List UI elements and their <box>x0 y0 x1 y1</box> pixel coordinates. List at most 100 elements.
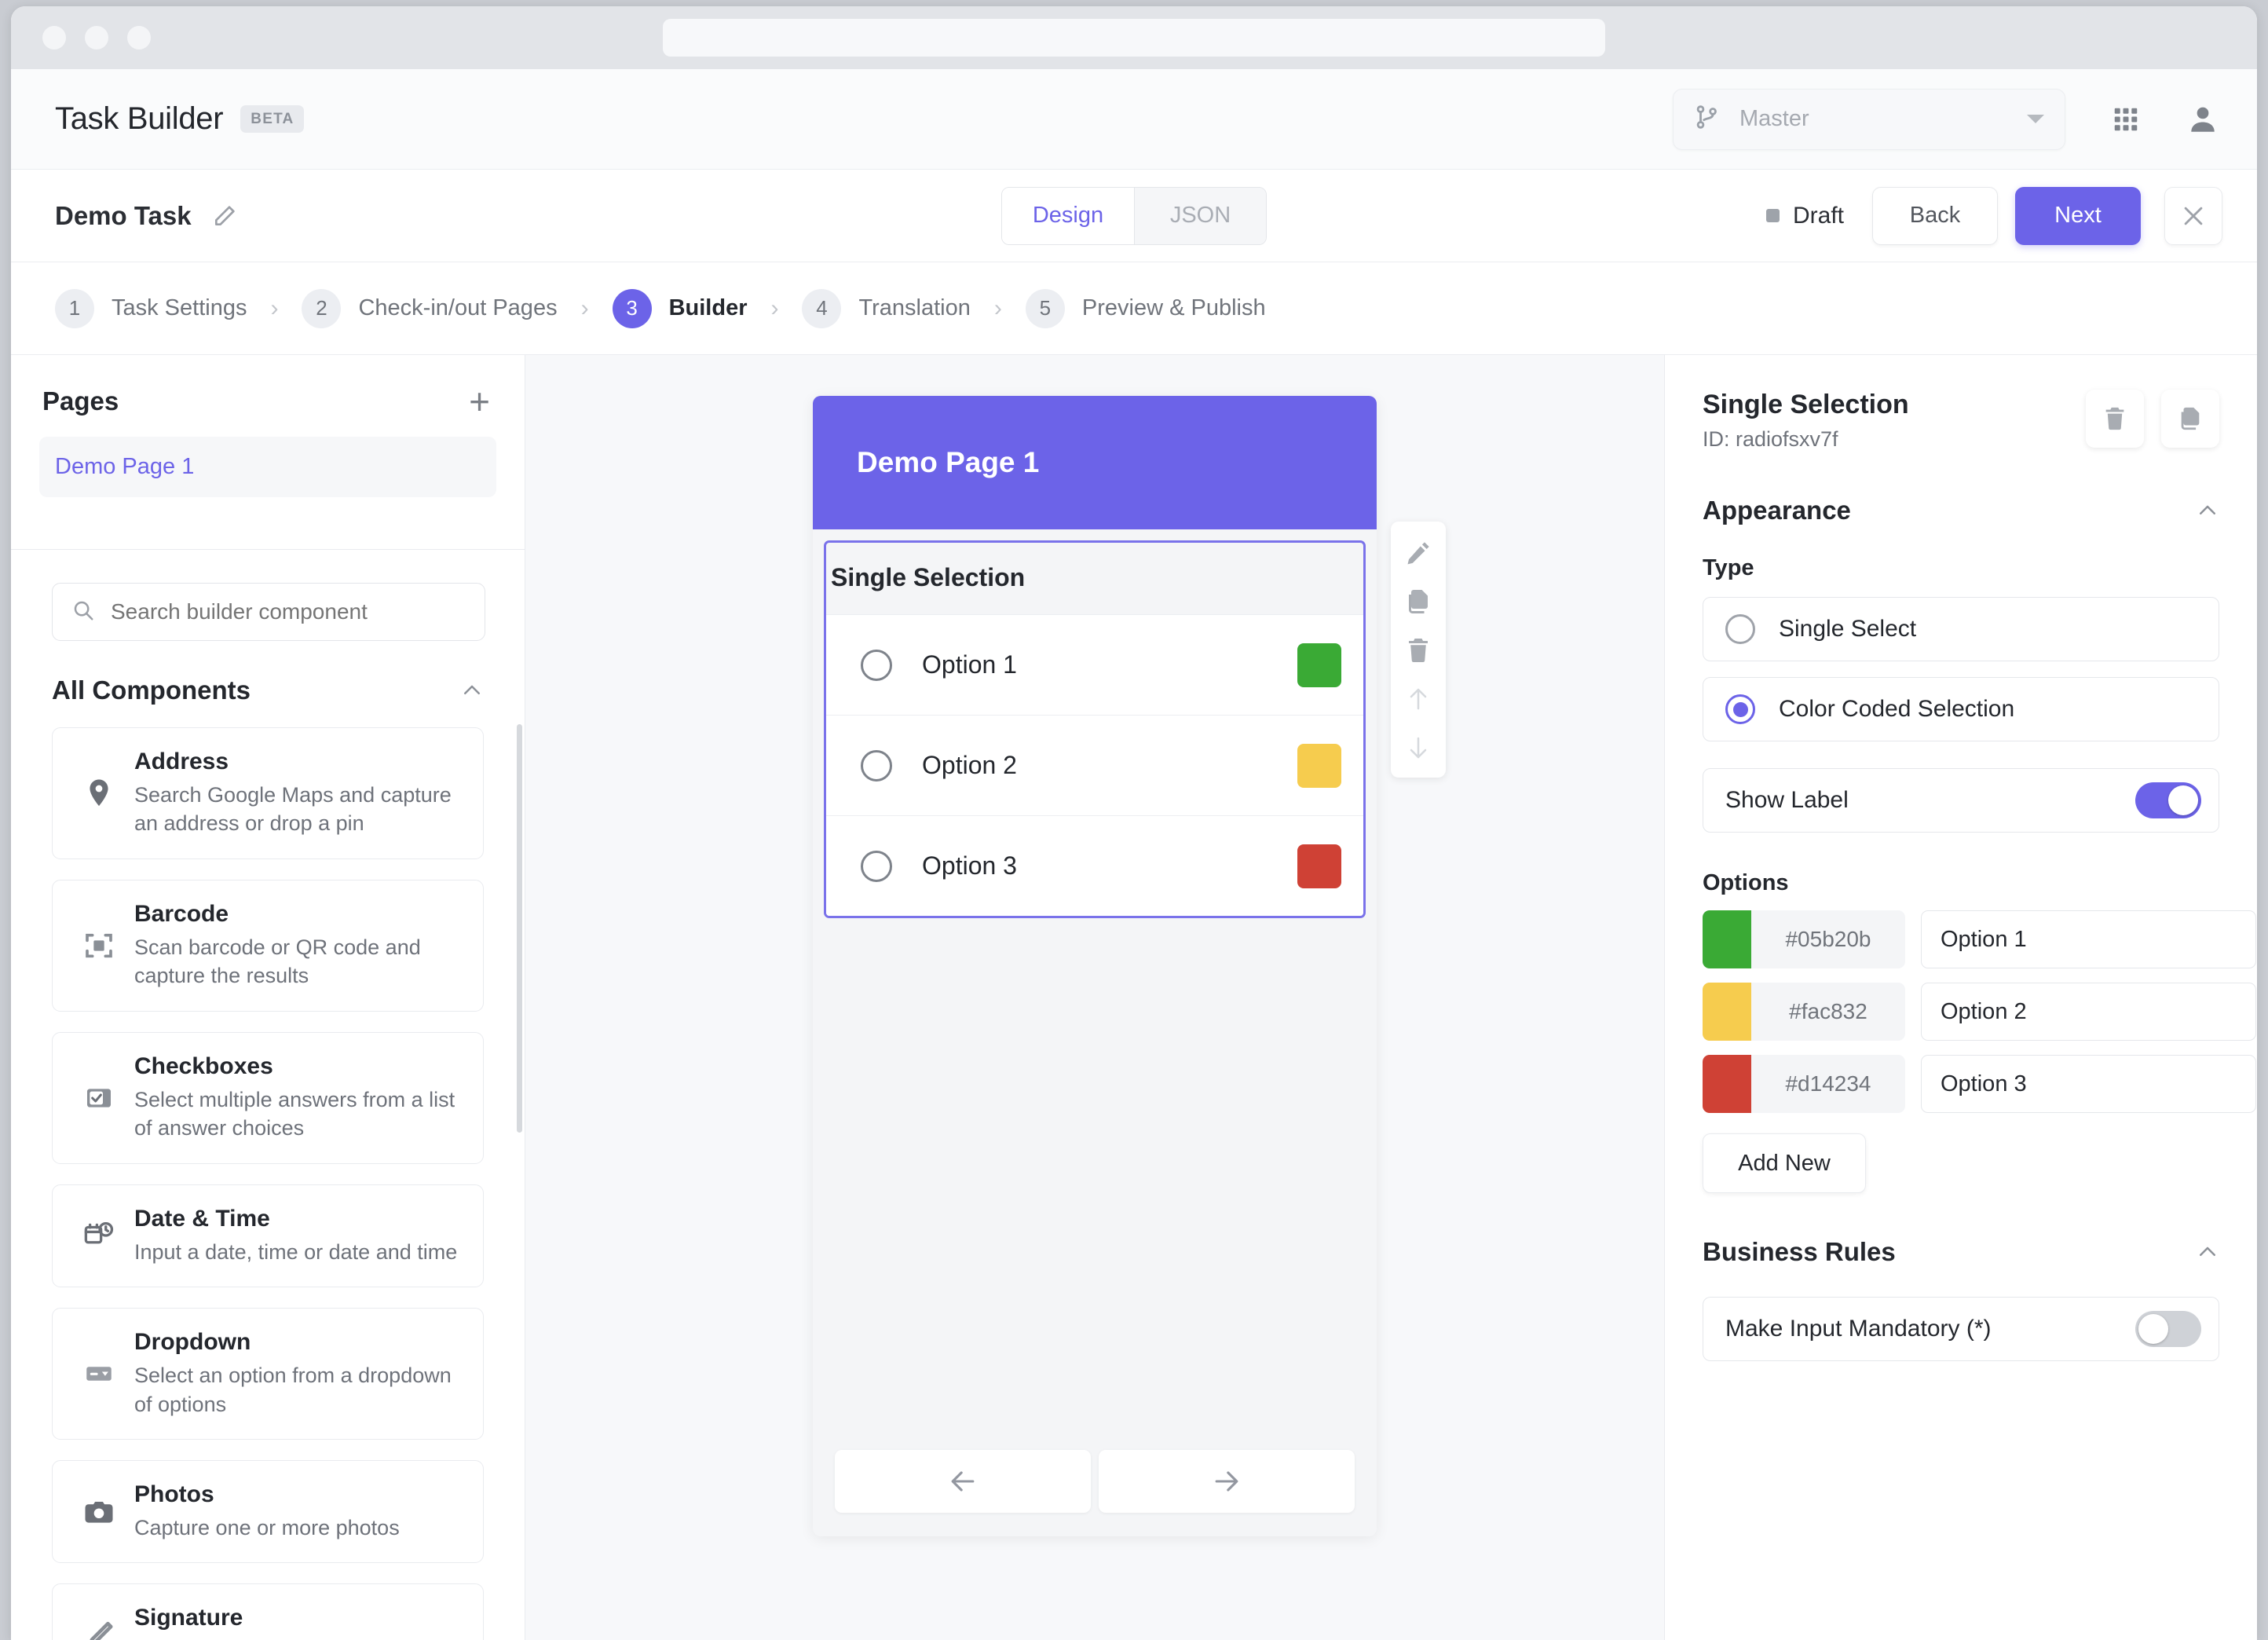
search-box[interactable] <box>52 583 485 641</box>
show-label-toggle-row[interactable]: Show Label <box>1703 768 2219 833</box>
component-address[interactable]: Address Search Google Maps and capture a… <box>52 727 484 859</box>
type-label: Type <box>1703 555 1754 580</box>
maximize-window-dot[interactable] <box>127 26 151 49</box>
arrow-right-icon[interactable] <box>1099 1450 1355 1513</box>
phone-footer-nav <box>813 1450 1377 1536</box>
selected-widget[interactable]: Single Selection Option 1 Option 2 Optio… <box>824 540 1366 918</box>
radio-icon <box>1725 614 1755 644</box>
radio-selected-icon <box>1725 694 1755 724</box>
type-option-label: Color Coded Selection <box>1779 696 2015 722</box>
add-new-option-button[interactable]: Add New <box>1703 1133 1866 1193</box>
user-avatar-icon[interactable] <box>2186 103 2219 136</box>
step-label: Task Settings <box>112 295 247 320</box>
appearance-section-header[interactable]: Appearance <box>1703 496 2219 525</box>
option-text-input[interactable] <box>1921 1055 2256 1113</box>
duplicate-widget-button[interactable] <box>2161 390 2219 448</box>
option-label: Option 3 <box>922 851 1017 880</box>
component-date-time[interactable]: Date & Time Input a date, time or date a… <box>52 1184 484 1288</box>
radio-icon[interactable] <box>861 749 892 782</box>
trash-icon[interactable] <box>1404 636 1432 664</box>
component-photos[interactable]: Photos Capture one or more photos <box>52 1459 484 1564</box>
signature-pen-icon <box>75 1619 123 1640</box>
component-description: Search Google Maps and capture an addres… <box>134 783 452 836</box>
option-editor-row: #d14234 <box>1703 1055 2256 1113</box>
option-color-picker[interactable]: #d14234 <box>1703 1055 1905 1113</box>
radio-icon[interactable] <box>861 649 892 681</box>
radio-icon[interactable] <box>861 850 892 882</box>
widget-label: Single Selection <box>831 563 1026 591</box>
mandatory-switch[interactable] <box>2135 1311 2201 1347</box>
widget-option-row[interactable]: Option 3 <box>826 815 1363 916</box>
next-button[interactable]: Next <box>2015 186 2141 245</box>
app-header: Task Builder BETA Master <box>11 69 2257 170</box>
option-color-swatch <box>1297 642 1341 687</box>
page-list-item[interactable]: Demo Page 1 <box>39 437 496 497</box>
step-separator: › <box>993 295 1002 321</box>
mandatory-toggle-row[interactable]: Make Input Mandatory (*) <box>1703 1297 2219 1361</box>
component-description: Select an option from a dropdown of opti… <box>134 1364 452 1416</box>
component-description: Input a date, time or date and time <box>134 1239 458 1264</box>
component-description: Scan barcode or QR code and capture the … <box>134 935 421 988</box>
widget-option-row[interactable]: Option 1 <box>826 614 1363 715</box>
close-x-icon[interactable] <box>2164 186 2222 245</box>
step-number: 3 <box>612 288 652 328</box>
show-label-text: Show Label <box>1725 787 1849 813</box>
chevron-down-icon <box>2027 115 2044 123</box>
component-title: Barcode <box>134 900 229 927</box>
search-input[interactable] <box>111 599 466 624</box>
business-rules-section-header[interactable]: Business Rules <box>1703 1237 2219 1267</box>
option-text-input[interactable] <box>1921 983 2256 1041</box>
tab-json[interactable]: JSON <box>1134 187 1266 244</box>
wizard-stepper: 1 Task Settings › 2 Check-in/out Pages ›… <box>11 262 2257 355</box>
appearance-title: Appearance <box>1703 496 1851 525</box>
component-title: Date & Time <box>134 1205 270 1232</box>
chevron-up-icon[interactable] <box>460 679 484 702</box>
browser-chrome-bar <box>11 6 2257 69</box>
component-title: Checkboxes <box>134 1052 273 1079</box>
step-task-settings[interactable]: 1 Task Settings <box>55 288 247 328</box>
sidebar-scrollbar[interactable] <box>517 724 522 1133</box>
show-label-switch[interactable] <box>2135 782 2201 818</box>
step-checkin-out-pages[interactable]: 2 Check-in/out Pages <box>302 288 558 328</box>
arrow-down-icon[interactable] <box>1404 734 1432 762</box>
option-color-picker[interactable]: #05b20b <box>1703 910 1905 968</box>
back-button[interactable]: Back <box>1872 186 1998 245</box>
type-option-color-coded-selection[interactable]: Color Coded Selection <box>1703 677 2219 741</box>
copy-icon[interactable] <box>1404 588 1432 616</box>
arrow-up-icon[interactable] <box>1404 685 1432 713</box>
grid-apps-icon[interactable] <box>2111 104 2141 134</box>
pages-header: Pages + <box>11 355 525 437</box>
close-window-dot[interactable] <box>42 26 66 49</box>
git-branch-icon <box>1694 104 1721 134</box>
tab-design[interactable]: Design <box>1002 187 1134 244</box>
step-number: 2 <box>302 288 342 328</box>
view-mode-tabs: Design JSON <box>1001 186 1267 245</box>
delete-widget-button[interactable] <box>2086 390 2144 448</box>
component-checkboxes[interactable]: Checkboxes Select multiple answers from … <box>52 1031 484 1164</box>
step-preview-publish[interactable]: 5 Preview & Publish <box>1025 288 1266 328</box>
pencil-icon[interactable] <box>212 203 237 229</box>
pages-title: Pages <box>42 386 119 415</box>
step-label: Builder <box>668 295 748 320</box>
chevron-up-icon[interactable] <box>2196 1240 2219 1264</box>
pencil-icon[interactable] <box>1404 539 1432 567</box>
address-bar[interactable] <box>663 19 1605 57</box>
type-option-single-select[interactable]: Single Select <box>1703 597 2219 661</box>
step-builder[interactable]: 3 Builder <box>612 288 748 328</box>
component-dropdown[interactable]: Dropdown Select an option from a dropdow… <box>52 1308 484 1440</box>
chevron-up-icon[interactable] <box>2196 499 2219 522</box>
step-translation[interactable]: 4 Translation <box>802 288 971 328</box>
minimize-window-dot[interactable] <box>85 26 108 49</box>
option-color-picker[interactable]: #fac832 <box>1703 983 1905 1041</box>
arrow-left-icon[interactable] <box>835 1450 1091 1513</box>
option-color-swatch <box>1297 844 1341 888</box>
component-barcode[interactable]: Barcode Scan barcode or QR code and capt… <box>52 879 484 1012</box>
branch-select[interactable]: Master <box>1673 88 2065 150</box>
widget-option-row[interactable]: Option 2 <box>826 715 1363 815</box>
option-text-input[interactable] <box>1921 910 2256 968</box>
color-hex-value: #d14234 <box>1785 1071 1871 1096</box>
component-signature[interactable]: Signature Capture a signature <box>52 1583 484 1640</box>
component-title: Dropdown <box>134 1329 251 1356</box>
add-page-icon[interactable]: + <box>469 383 490 419</box>
properties-title: Single Selection <box>1703 390 1909 419</box>
